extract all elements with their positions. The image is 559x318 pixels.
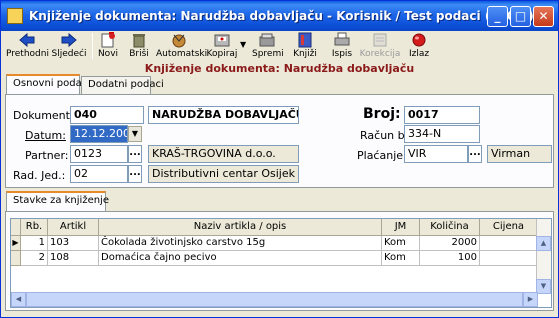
copy-icon	[214, 34, 230, 47]
print-icon	[334, 32, 350, 46]
dokument-name-field[interactable]: NARUDŽBA DOBAVLJAČU	[148, 106, 299, 124]
radjed-lookup-button[interactable]: ...	[128, 165, 142, 183]
table-cell[interactable]: 108	[48, 251, 99, 266]
partner-label: Partner:	[25, 149, 69, 162]
save-button[interactable]: Spremi	[252, 31, 284, 61]
vertical-scrollbar[interactable]: ▲ ▼	[536, 219, 551, 294]
post-book-icon	[298, 32, 312, 48]
partner-lookup-button[interactable]: ...	[128, 145, 142, 163]
col-header-jm[interactable]: JM	[382, 219, 420, 236]
horizontal-scrollbar[interactable]: ◀ ▶	[11, 292, 538, 307]
radjed-label: Rad. Jed.:	[13, 169, 66, 182]
basic-data-panel: Dokument: 040 NARUDŽBA DOBAVLJAČU Datum:…	[5, 94, 554, 188]
col-header-naziv[interactable]: Naziv artikla / opis	[99, 219, 382, 236]
app-icon	[7, 8, 23, 24]
print-button[interactable]: Ispis	[329, 31, 355, 61]
col-header-artikl[interactable]: Artikl	[48, 219, 99, 236]
table-cell[interactable]: Kom	[382, 236, 420, 251]
scroll-left-icon[interactable]: ◀	[11, 292, 26, 307]
exit-button[interactable]: Izlaz	[406, 31, 432, 61]
table-cell[interactable]: 2	[21, 251, 48, 266]
exit-label: Izlaz	[408, 49, 430, 59]
table-cell[interactable]: Kom	[382, 251, 420, 266]
datum-dropdown-icon[interactable]: ▼	[128, 126, 142, 142]
broj-field[interactable]: 0017	[404, 106, 480, 124]
scroll-thumb[interactable]	[26, 292, 523, 307]
new-label: Novi	[97, 49, 119, 59]
table-cell[interactable]: 103	[48, 236, 99, 251]
post-label: Knjiži	[293, 49, 317, 59]
scroll-down-icon[interactable]: ▼	[536, 279, 551, 294]
copy-button[interactable]: Kopiraj	[205, 31, 239, 61]
partner-name-field: KRAŠ-TRGOVINA d.o.o.	[148, 145, 299, 163]
table-cell[interactable]: Domaćica čajno pecivo	[99, 251, 382, 266]
delete-button[interactable]: Briši	[126, 31, 152, 61]
print-label: Ispis	[331, 49, 353, 59]
radjed-code-field[interactable]: 02	[70, 165, 128, 183]
prev-button[interactable]: Prethodni	[6, 31, 49, 61]
copy-label: Kopiraj	[206, 49, 238, 59]
arrow-left-icon	[19, 32, 35, 48]
placanje-label: Plaćanje:	[357, 149, 407, 162]
table-cell[interactable]: 2000	[420, 236, 480, 251]
scroll-right-icon[interactable]: ▶	[523, 292, 538, 307]
current-row-indicator-icon: ▶	[11, 236, 21, 251]
dokument-code-field[interactable]: 040	[70, 106, 144, 124]
table-cell[interactable]: Čokolada životinjsko carstvo 15g	[99, 236, 382, 251]
items-grid[interactable]: Rb. Artikl Naziv artikla / opis JM Količ…	[10, 218, 552, 308]
col-header-rb[interactable]: Rb.	[21, 219, 48, 236]
next-label: Sljedeći	[51, 49, 87, 59]
prev-label: Prethodni	[6, 49, 49, 59]
copy-dropdown-arrow-icon[interactable]: ▼	[240, 40, 246, 49]
separator	[92, 33, 93, 59]
app-window: Knjiženje dokumenta: Narudžba dobavljaču…	[0, 0, 559, 318]
table-cell[interactable]: 100	[420, 251, 480, 266]
new-document-icon	[101, 32, 115, 48]
correction-button[interactable]: Korekcija	[359, 31, 401, 61]
col-header-kolicina[interactable]: Količina	[420, 219, 480, 236]
datum-label: Datum:	[25, 129, 66, 142]
placanje-lookup-button[interactable]: ...	[468, 145, 482, 163]
items-panel: Rb. Artikl Naziv artikla / opis JM Količ…	[5, 211, 554, 311]
correction-label: Korekcija	[359, 49, 401, 59]
arrow-right-icon	[61, 32, 77, 48]
new-button[interactable]: Novi	[95, 31, 121, 61]
close-button[interactable]: ✕	[533, 6, 554, 27]
delete-label: Briši	[129, 49, 149, 59]
radjed-name-field: Distributivni centar Osijek	[148, 165, 299, 183]
minimize-button[interactable]: _	[487, 6, 508, 27]
tab-dodatni-podaci[interactable]: Dodatni podaci	[81, 76, 164, 94]
automatic-button[interactable]: Automatski	[156, 31, 208, 61]
automatic-icon	[172, 34, 186, 48]
table-cell[interactable]	[480, 251, 538, 266]
table-cell[interactable]: 1	[21, 236, 48, 251]
window-title: Knjiženje dokumenta: Narudžba dobavljaču…	[29, 9, 534, 23]
racun-field[interactable]: 334-N	[404, 125, 480, 143]
tab-stavke-za-knjizenje[interactable]: Stavke za knjiženje	[6, 191, 109, 211]
broj-label: Broj:	[363, 106, 401, 122]
partner-code-field[interactable]: 0123	[70, 145, 128, 163]
next-button[interactable]: Sljedeći	[49, 31, 89, 61]
placanje-code-field[interactable]: VIR	[404, 145, 468, 163]
title-bar[interactable]: Knjiženje dokumenta: Narudžba dobavljaču…	[1, 1, 558, 31]
save-icon	[259, 33, 275, 47]
maximize-button[interactable]: □	[510, 6, 531, 27]
placanje-name-field: Virman	[487, 145, 552, 163]
post-button[interactable]: Knjiži	[291, 31, 319, 61]
document-subtitle: Knjiženje dokumenta: Narudžba dobavljaču	[144, 62, 415, 75]
grid-corner	[11, 219, 21, 236]
delete-icon	[133, 34, 145, 48]
exit-icon	[412, 33, 426, 47]
tab-osnovni-podaci[interactable]: Osnovni podaci	[6, 74, 90, 94]
correction-icon	[373, 33, 387, 47]
automatic-label: Automatski	[156, 49, 208, 59]
dokument-label: Dokument:	[13, 109, 74, 122]
row-indicator	[11, 251, 21, 266]
scroll-up-icon[interactable]: ▲	[536, 236, 551, 251]
col-header-cijena[interactable]: Cijena	[480, 219, 538, 236]
table-cell[interactable]	[480, 236, 538, 251]
datum-field[interactable]: 12.12.2003	[70, 125, 128, 143]
save-label: Spremi	[252, 49, 284, 59]
toolbar: Prethodni Sljedeći Novi Briši Automatski…	[2, 31, 557, 61]
